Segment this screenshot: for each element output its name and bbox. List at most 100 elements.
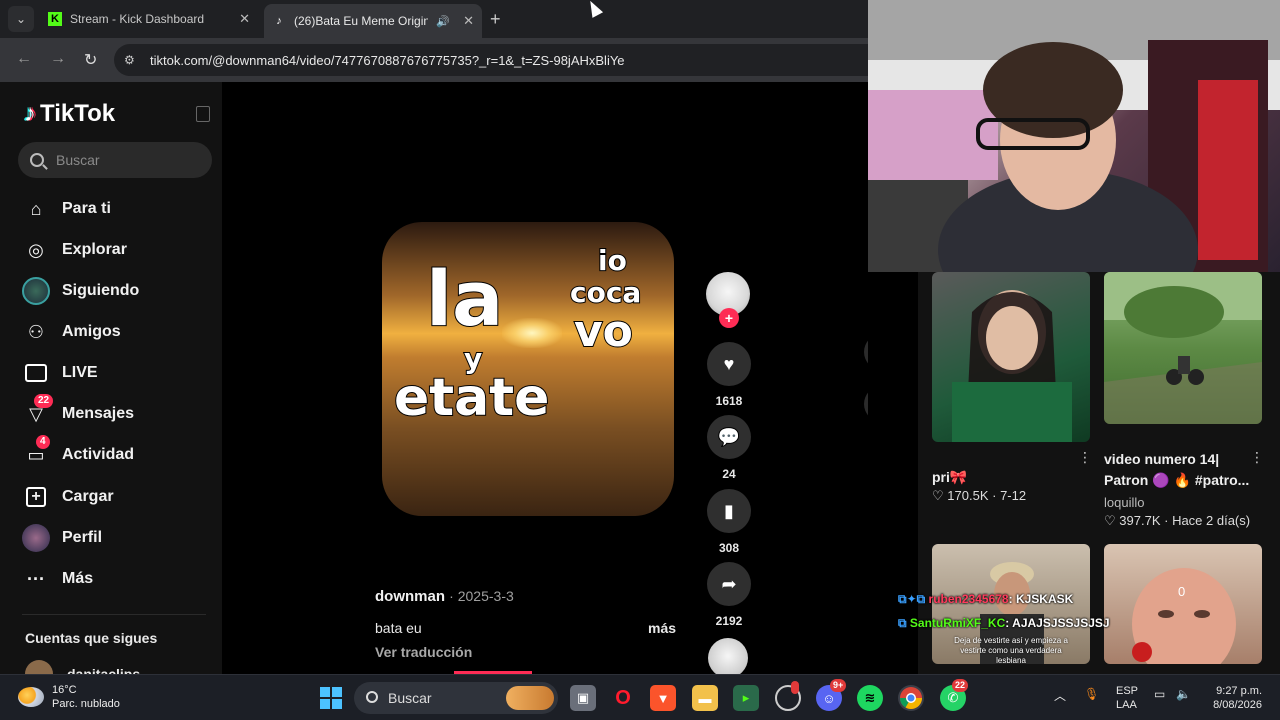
like-count: 1618 <box>715 394 743 408</box>
nav-item-explorar[interactable]: ◎ Explorar <box>22 232 127 268</box>
task-view-icon[interactable]: ▣ <box>570 685 596 711</box>
back-arrow-icon[interactable]: ← <box>16 50 32 68</box>
tiktok-logo[interactable]: ♪ TikTok <box>24 100 115 128</box>
file-explorer-icon[interactable]: ▬ <box>692 685 718 711</box>
windows-logo-icon <box>320 687 342 709</box>
nav-item-para-ti[interactable]: ⌂ Para ti <box>22 191 111 227</box>
more-options-icon[interactable]: ⋮ <box>1078 449 1092 466</box>
discord-icon[interactable]: ☺ 9+ <box>816 679 847 711</box>
meme-text: io <box>597 243 628 278</box>
tiktok-note-icon: ♪ <box>24 100 36 127</box>
activity-badge: 4 <box>36 435 50 449</box>
sidebar-divider <box>22 614 206 615</box>
heart-icon[interactable]: ♥ <box>707 342 751 386</box>
volume-icon[interactable]: 🔈 <box>1176 687 1191 701</box>
nav-item-mas[interactable]: ··· Más <box>22 561 93 597</box>
nav-item-amigos[interactable]: ⚇ Amigos <box>22 314 121 350</box>
forward-arrow-icon[interactable]: → <box>50 50 66 68</box>
recommendation-thumbnail[interactable] <box>1104 272 1262 424</box>
opera-icon[interactable]: O <box>610 685 636 711</box>
windows-start-icon[interactable] <box>318 685 344 711</box>
following-heading: Cuentas que sigues <box>25 630 158 646</box>
nav-item-siguiendo[interactable]: Siguiendo <box>22 273 139 309</box>
nav-item-perfil[interactable]: Perfil <box>22 520 102 556</box>
nav-item-mensajes[interactable]: ▽ 22 Mensajes <box>22 394 134 432</box>
logo-text: TikTok <box>40 100 116 127</box>
chat-message: ⧉ SantuRmiXF_KC: AJAJSJSSJSJSJ <box>898 616 1110 630</box>
weather-desc: Parc. nublado <box>52 698 120 710</box>
app-icon[interactable] <box>775 681 801 711</box>
recommendation-author[interactable]: loquillo <box>1104 495 1144 510</box>
kick-app-icon[interactable]: ▸ <box>733 685 759 711</box>
save-action[interactable]: ▮ 308 <box>706 489 752 555</box>
thumbnail-counter: 0 <box>1178 584 1186 599</box>
nav-item-live[interactable]: LIVE <box>22 355 98 391</box>
language-indicator[interactable]: ESP LAA <box>1116 684 1138 712</box>
more-link[interactable]: más <box>648 620 676 636</box>
search-highlight-image <box>506 686 554 710</box>
thumbnail-image <box>952 290 1072 442</box>
nav-label: Cargar <box>62 488 114 505</box>
compass-icon: ◎ <box>28 239 44 260</box>
music-disc-avatar[interactable] <box>708 638 748 674</box>
recommendation-title[interactable]: pri🎀 <box>932 467 967 488</box>
microphone-icon[interactable]: 🎙 <box>1084 687 1099 701</box>
more-options-icon[interactable]: ⋮ <box>1250 449 1264 466</box>
browser-toolbar: ← → ↻ ⚙ tiktok.com/@downman64/video/7477… <box>0 38 868 82</box>
new-tab-button[interactable]: + <box>490 9 501 30</box>
close-icon[interactable]: ✕ <box>463 13 474 29</box>
spotify-icon[interactable]: ≋ <box>857 685 883 711</box>
windows-taskbar: 16°C Parc. nublado Buscar ▣ O ▼ ▬ ▸ ☺ 9+ … <box>0 674 1280 720</box>
comment-count: 24 <box>722 467 736 481</box>
share-arrow-icon[interactable]: ➦ <box>707 562 751 606</box>
chrome-icon[interactable] <box>898 685 924 711</box>
url-text: tiktok.com/@downman64/video/747767088767… <box>150 52 625 68</box>
whatsapp-icon[interactable]: ✆ 22 <box>940 679 969 711</box>
live-icon <box>22 359 50 387</box>
heart-outline-icon: ♡ <box>932 488 944 503</box>
follow-plus-button[interactable]: + <box>719 308 739 328</box>
comment-icon[interactable]: 💬 <box>707 415 751 459</box>
nav-item-cargar[interactable]: + Cargar <box>22 479 114 515</box>
share-count: 2192 <box>715 614 743 628</box>
overlay-gap <box>868 272 918 674</box>
heart-outline-icon: ♡ <box>1104 513 1116 528</box>
video-description: bata eu <box>375 620 422 636</box>
partly-cloudy-icon <box>18 687 44 707</box>
bookmark-icon[interactable]: ▮ <box>707 489 751 533</box>
taskbar-search-input[interactable]: Buscar <box>354 682 558 714</box>
clock[interactable]: 9:27 p.m. 8/08/2026 <box>1206 684 1262 712</box>
weather-widget[interactable]: 16°C Parc. nublado <box>18 683 120 711</box>
video-player[interactable]: la y etate io coca vo <box>382 222 674 516</box>
tab-tiktok-video[interactable]: ♪ (26)Bata Eu Meme Original 🔊 ✕ <box>264 4 482 38</box>
time: 9:27 p.m. <box>1216 685 1262 697</box>
site-info-icon[interactable]: ⚙ <box>124 53 140 67</box>
meme-text: coca <box>569 275 642 310</box>
tab-search-button[interactable]: ⌄ <box>8 6 34 32</box>
video-author[interactable]: downman · 2025-3-3 <box>375 588 514 605</box>
brave-icon[interactable]: ▼ <box>650 685 676 711</box>
comment-action[interactable]: 💬 24 <box>706 415 752 481</box>
network-icon[interactable]: ▭ <box>1154 687 1165 701</box>
search-input[interactable]: Buscar <box>18 142 212 178</box>
tab-kick-dashboard[interactable]: K Stream - Kick Dashboard ✕ <box>40 4 258 34</box>
recommendation-thumbnail[interactable] <box>932 272 1090 442</box>
speaker-icon[interactable]: 🔊 <box>436 15 450 28</box>
like-action[interactable]: ♥ 1618 <box>706 342 752 408</box>
chevron-up-icon[interactable]: ︿ <box>1054 687 1066 704</box>
nav-label: Perfil <box>62 529 103 546</box>
following-account-item[interactable]: danitaclips <box>25 660 140 674</box>
address-bar[interactable]: ⚙ tiktok.com/@downman64/video/7477670887… <box>114 44 868 76</box>
tab-title: Stream - Kick Dashboard <box>70 12 205 26</box>
share-action[interactable]: ➦ 2192 <box>706 562 752 628</box>
upload-icon: + <box>22 483 50 511</box>
translate-link[interactable]: Ver traducción <box>375 644 472 660</box>
messages-badge: 22 <box>34 394 54 408</box>
activity-icon: ▭ 4 <box>22 435 50 469</box>
recommendation-thumbnail[interactable]: 0 <box>1104 544 1262 664</box>
recommendation-title[interactable]: video numero 14| Patron 🟣 🔥 #patro... <box>1104 449 1254 491</box>
collapse-sidebar-icon[interactable] <box>196 106 210 122</box>
reload-icon[interactable]: ↻ <box>84 50 97 70</box>
close-icon[interactable]: ✕ <box>239 11 250 27</box>
nav-item-actividad[interactable]: ▭ 4 Actividad <box>22 435 134 473</box>
